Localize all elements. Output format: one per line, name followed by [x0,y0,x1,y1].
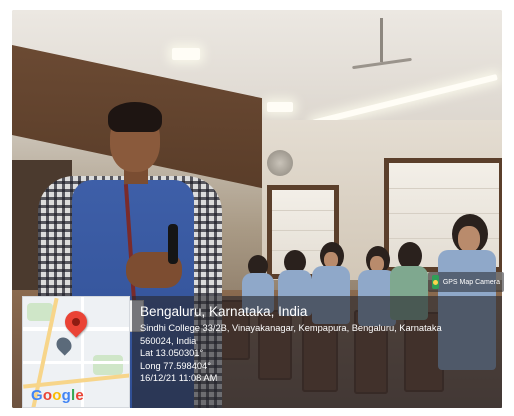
location-overlay: Google Bengaluru, Karnataka, India Sindh… [22,296,502,408]
location-title: Bengaluru, Karnataka, India [140,304,308,319]
ceiling-fan [352,18,412,70]
gps-map-camera-icon [432,275,439,289]
ceiling-light [312,74,498,126]
longitude: Long 77.598404° [140,360,211,371]
gps-map-camera-badge: GPS Map Camera [428,272,504,292]
google-logo: Google [31,387,84,404]
wall-fan [267,150,293,176]
ceiling-light [267,102,293,112]
timestamp: 16/12/21 11:08 AM [140,373,218,384]
address-line-1: Sindhi College 33/2B, Vinayakanagar, Kem… [140,323,442,333]
map-pin-icon [60,306,92,338]
badge-label: GPS Map Camera [442,278,500,286]
map-thumbnail[interactable]: Google [22,296,130,408]
address-line-2: 560024, India [140,335,197,346]
location-info-panel: Bengaluru, Karnataka, India Sindhi Colle… [132,296,502,408]
map-locator-icon [53,334,75,356]
latitude: Lat 13.050301° [140,348,204,359]
ceiling-light [172,48,200,60]
microphone-icon [168,224,178,264]
